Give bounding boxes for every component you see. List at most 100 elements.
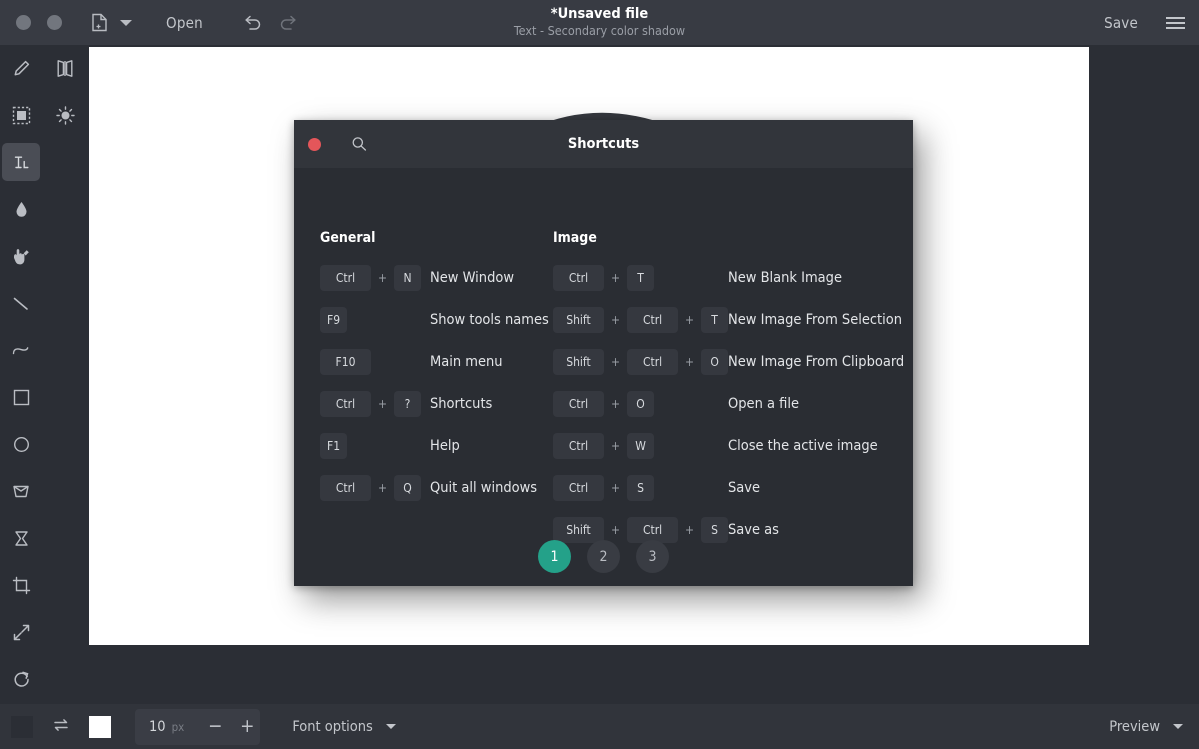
shortcut-row: F10 Main menu: [320, 348, 555, 376]
key-cap: F9: [320, 307, 348, 333]
scale-tool[interactable]: [2, 613, 40, 651]
search-icon[interactable]: [351, 136, 367, 152]
shortcut-keys: Ctrl +?: [320, 391, 430, 417]
key-cap: Ctrl: [627, 349, 679, 375]
key-separator: +: [611, 271, 621, 285]
crop-icon: [12, 576, 31, 595]
key-separator: +: [685, 523, 695, 537]
key-separator: +: [685, 355, 695, 369]
key-separator: +: [378, 397, 388, 411]
font-size-stepper[interactable]: 10 px − +: [135, 708, 261, 745]
page-title: *Unsaved file: [550, 6, 649, 22]
key-separator: +: [611, 439, 621, 453]
crop-tool[interactable]: [2, 566, 40, 604]
text-tool[interactable]: [2, 143, 40, 181]
undo-icon[interactable]: [243, 13, 262, 32]
font-options-chevron-down-icon[interactable]: [385, 724, 396, 729]
font-options-label[interactable]: Font options: [292, 719, 373, 735]
shortcut-column-general: General Ctrl + N New Window F9 Show tools nam…: [320, 168, 555, 502]
close-icon[interactable]: [308, 137, 321, 151]
key-cap: W: [627, 433, 655, 459]
font-size-increment-button[interactable]: +: [234, 717, 260, 736]
pencil-tool[interactable]: [2, 49, 40, 87]
shortcut-row: Ctrl + S Save: [553, 474, 903, 502]
shortcut-row: Shift + Ctrl + O New Image From Clipboard: [553, 348, 905, 376]
shortcut-description: Show tools names: [430, 312, 549, 328]
key-cap: Ctrl: [627, 307, 679, 333]
rectangle-tool[interactable]: [2, 378, 40, 416]
key-cap: Ctrl: [553, 265, 604, 291]
curve-tool[interactable]: [2, 331, 40, 369]
font-size-unit: px: [171, 719, 185, 734]
bottom-toolbar: 10 px − + Font options Preview: [0, 704, 1199, 749]
redo-icon[interactable]: [279, 13, 298, 32]
window-dot-2[interactable]: [47, 15, 62, 30]
page-subtitle: Text - Secondary color shadow: [513, 23, 686, 38]
key-cap: Shift: [553, 307, 604, 333]
preview-chevron-down-icon[interactable]: [1173, 724, 1183, 729]
hamburger-icon[interactable]: [1166, 16, 1185, 29]
shortcut-description: New Image From Clipboard: [728, 354, 905, 370]
secondary-color-swatch[interactable]: [89, 715, 111, 738]
open-button[interactable]: Open: [166, 14, 203, 32]
key-cap: Ctrl: [320, 475, 371, 501]
column-heading: General: [320, 230, 376, 246]
shortcut-row: F9 Show tools names: [320, 306, 555, 334]
pagination: 123: [294, 540, 913, 573]
shortcut-row: F1 Help: [320, 432, 555, 460]
color-picker-tool[interactable]: [2, 237, 40, 275]
page-button[interactable]: 2: [587, 540, 620, 573]
key-cap: Ctrl: [553, 475, 604, 501]
key-separator: +: [611, 481, 621, 495]
mirror-tool[interactable]: [46, 49, 84, 87]
column-heading: Image: [553, 230, 597, 246]
chevron-down-icon[interactable]: [120, 19, 132, 26]
shortcut-row: Ctrl + W Close the active image: [553, 432, 903, 460]
key-separator: +: [611, 355, 621, 369]
save-button[interactable]: Save: [1104, 14, 1138, 32]
shortcut-keys: F9: [320, 307, 430, 333]
selection-tool[interactable]: [2, 96, 40, 134]
fill-tool[interactable]: [2, 190, 40, 228]
swap-colors-icon[interactable]: [52, 716, 70, 738]
key-cap: N: [394, 265, 422, 291]
key-cap: Ctrl: [553, 433, 604, 459]
preview-label[interactable]: Preview: [1109, 719, 1160, 735]
key-cap: T: [701, 307, 729, 333]
rect-select-icon: [12, 106, 31, 125]
perspective-icon: [11, 482, 31, 501]
tools-sidebar: [0, 45, 85, 704]
primary-color-swatch[interactable]: [11, 715, 33, 738]
page-button[interactable]: 3: [636, 540, 669, 573]
distort-tool[interactable]: [2, 519, 40, 557]
ellipse-tool[interactable]: [2, 425, 40, 463]
shortcut-rows-general: Ctrl + N New Window F9 Show tools names F10 Mai…: [320, 264, 555, 502]
window-dot-1[interactable]: [16, 15, 31, 30]
shortcut-keys: Ctrl + T: [553, 265, 728, 291]
brightness-tool[interactable]: [46, 96, 84, 134]
app-window: Open *Unsaved file Text - Secondary colo…: [0, 0, 1199, 749]
line-tool[interactable]: [2, 284, 40, 322]
shortcut-keys: Shift + Ctrl + O: [553, 349, 729, 375]
perspective-tool[interactable]: [2, 472, 40, 510]
shortcut-description: Save: [728, 480, 761, 496]
new-file-icon[interactable]: [91, 13, 108, 32]
pencil-icon: [12, 59, 31, 78]
top-right-actions: Save: [1104, 0, 1199, 45]
resize-arrows-icon: [12, 623, 31, 642]
font-size-decrement-button[interactable]: −: [202, 717, 228, 736]
rotate-tool[interactable]: [2, 660, 40, 698]
font-size-value[interactable]: 10: [149, 719, 166, 735]
key-cap: F1: [320, 433, 348, 459]
shortcut-description: New Blank Image: [728, 270, 842, 286]
page-button[interactable]: 1: [538, 540, 571, 573]
key-cap: O: [701, 349, 729, 375]
shortcut-rows-image: Ctrl + T New Blank Image Shift + Ctrl + T New Ima…: [553, 264, 905, 544]
dialog-title: Shortcuts: [567, 136, 640, 152]
key-separator: +: [611, 523, 621, 537]
shortcut-description: Help: [430, 438, 460, 454]
key-cap: O: [627, 391, 655, 417]
shortcut-description: Open a file: [728, 396, 799, 412]
key-separator: +: [378, 481, 388, 495]
key-cap: F10: [320, 349, 371, 375]
